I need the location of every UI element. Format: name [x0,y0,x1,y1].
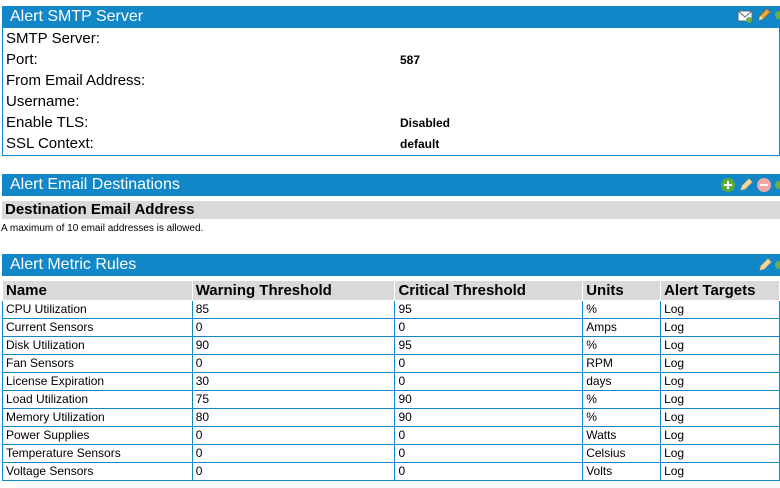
warning-threshold: 75 [191,390,396,409]
warning-threshold: 0 [191,354,396,373]
truncated-icon[interactable] [774,257,780,273]
email-icon[interactable] [737,8,753,24]
remove-icon[interactable] [756,177,772,193]
column-header-warning-threshold[interactable]: Warning Threshold [191,280,396,301]
from-email-label: From Email Address: [6,72,146,89]
enable-tls-row: Enable TLS: Disabled [6,113,776,133]
destinations-limit-note: A maximum of 10 email addresses is allow… [1,223,204,234]
critical-threshold: 0 [394,444,584,463]
rule-name: Voltage Sensors [2,462,193,481]
edit-pencil-icon[interactable] [757,257,773,273]
edit-pencil-icon[interactable] [756,7,772,23]
units: % [582,300,662,319]
email-destinations-header: Alert Email Destinations [2,174,780,196]
warning-threshold: 0 [191,318,396,337]
table-row[interactable]: Temperature Sensors 0 0 Celsius Log [2,444,780,463]
enable-tls-value: Disabled [400,116,451,130]
column-header-name[interactable]: Name [2,280,193,301]
critical-threshold: 0 [394,318,584,337]
truncated-icon[interactable] [774,177,780,193]
rule-name: License Expiration [2,372,193,391]
critical-threshold: 0 [394,372,584,391]
username-row: Username: [6,92,776,112]
units: Amps [582,318,662,337]
ssl-context-row: SSL Context: default [6,134,776,154]
table-row[interactable]: License Expiration 30 0 days Log [2,372,780,391]
critical-threshold: 95 [394,300,584,319]
rule-name: Power Supplies [2,426,193,445]
warning-threshold: 30 [191,372,396,391]
table-row[interactable]: Current Sensors 0 0 Amps Log [2,318,780,337]
from-email-row: From Email Address: [6,71,776,91]
smtp-server-header: Alert SMTP Server [2,6,780,28]
destination-email-column-header: Destination Email Address [2,201,780,219]
alert-targets: Log [660,372,780,391]
table-row[interactable]: Voltage Sensors 0 0 Volts Log [2,462,780,481]
units: % [582,390,662,409]
warning-threshold: 80 [191,408,396,427]
alert-targets: Log [660,390,780,409]
port-label: Port: [6,51,38,68]
column-header-alert-targets[interactable]: Alert Targets [660,280,780,301]
alert-targets: Log [660,336,780,355]
critical-threshold: 90 [394,390,584,409]
critical-threshold: 0 [394,462,584,481]
units: % [582,336,662,355]
rule-name: Disk Utilization [2,336,193,355]
smtp-server-title: Alert SMTP Server [10,8,144,25]
alert-targets: Log [660,408,780,427]
units: % [582,408,662,427]
smtp-server-row: SMTP Server: [6,29,776,49]
truncated-icon[interactable] [774,7,780,23]
critical-threshold: 90 [394,408,584,427]
edit-pencil-icon[interactable] [738,177,754,193]
table-row[interactable]: Power Supplies 0 0 Watts Log [2,426,780,445]
rule-name: CPU Utilization [2,300,193,319]
units: Watts [582,426,662,445]
port-value: 587 [400,53,421,67]
critical-threshold: 0 [394,426,584,445]
warning-threshold: 85 [191,300,396,319]
warning-threshold: 0 [191,462,396,481]
table-row[interactable]: Memory Utilization 80 90 % Log [2,408,780,427]
critical-threshold: 0 [394,354,584,373]
rule-name: Load Utilization [2,390,193,409]
enable-tls-label: Enable TLS: [6,114,89,131]
alert-targets: Log [660,318,780,337]
units: days [582,372,662,391]
alert-targets: Log [660,300,780,319]
table-row[interactable]: Load Utilization 75 90 % Log [2,390,780,409]
metric-rules-title: Alert Metric Rules [10,256,137,273]
rule-name: Temperature Sensors [2,444,193,463]
table-row[interactable]: Fan Sensors 0 0 RPM Log [2,354,780,373]
email-destinations-title: Alert Email Destinations [10,176,180,193]
warning-threshold: 0 [191,444,396,463]
units: Volts [582,462,662,481]
rule-name: Fan Sensors [2,354,193,373]
port-row: Port: 587 [6,50,776,70]
ssl-context-value: default [400,137,440,151]
table-row[interactable]: CPU Utilization 85 95 % Log [2,300,780,319]
column-header-units[interactable]: Units [582,280,662,301]
username-label: Username: [6,93,80,110]
smtp-server-label: SMTP Server: [6,30,100,47]
alert-targets: Log [660,444,780,463]
table-row[interactable]: Disk Utilization 90 95 % Log [2,336,780,355]
alert-targets: Log [660,354,780,373]
rule-name: Memory Utilization [2,408,193,427]
table-header-row: Name Warning Threshold Critical Threshol… [2,280,780,301]
rule-name: Current Sensors [2,318,193,337]
warning-threshold: 90 [191,336,396,355]
units: Celsius [582,444,662,463]
critical-threshold: 95 [394,336,584,355]
alert-targets: Log [660,462,780,481]
metric-rules-table: Name Warning Threshold Critical Threshol… [2,280,780,481]
ssl-context-label: SSL Context: [6,135,94,152]
metric-rules-header: Alert Metric Rules [2,254,780,276]
warning-threshold: 0 [191,426,396,445]
units: RPM [582,354,662,373]
alert-targets: Log [660,426,780,445]
add-icon[interactable] [720,177,736,193]
column-header-critical-threshold[interactable]: Critical Threshold [394,280,584,301]
